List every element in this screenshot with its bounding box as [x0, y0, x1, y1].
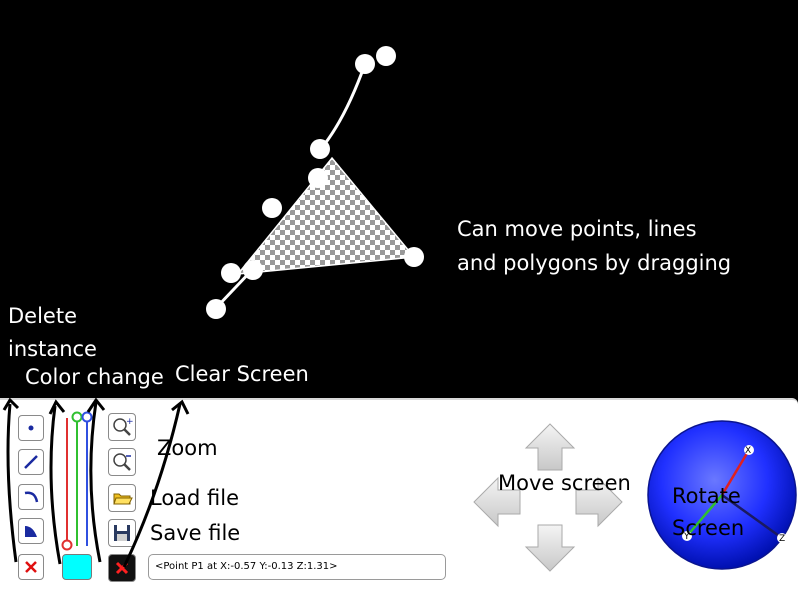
rotate-screen-label: Rotate Screen	[672, 480, 744, 544]
arrow-up-icon[interactable]	[524, 423, 576, 471]
3d-viewport[interactable]: Can move points, lines and polygons by d…	[0, 0, 798, 398]
delete-note-line1: Delete	[8, 304, 77, 328]
clear-screen-note: Clear Screen	[175, 362, 309, 386]
z-axis-label: Z	[779, 534, 785, 544]
move-screen-label: Move screen	[498, 471, 631, 495]
move-screen-arrows	[473, 423, 623, 572]
curve-line[interactable]	[318, 63, 367, 151]
delete-instance-note: Delete instance	[8, 300, 97, 366]
drag-hint-line2: and polygons by dragging	[457, 251, 732, 275]
annotation-arrows	[2, 397, 190, 568]
control-point[interactable]	[404, 247, 424, 267]
control-point[interactable]	[376, 46, 396, 66]
x-axis-label: X	[745, 446, 751, 456]
control-point[interactable]	[355, 54, 375, 74]
control-point[interactable]	[310, 139, 330, 159]
control-point[interactable]	[206, 299, 226, 319]
control-point[interactable]	[308, 168, 328, 188]
rotate-label-line2: Screen	[672, 516, 745, 540]
rotate-label-line1: Rotate	[672, 484, 741, 508]
scene-canvas[interactable]	[0, 0, 798, 398]
arrow-down-icon[interactable]	[524, 524, 576, 572]
drag-hint-line1: Can move points, lines	[457, 217, 697, 241]
control-point[interactable]	[243, 260, 263, 280]
control-point[interactable]	[221, 263, 241, 283]
control-point[interactable]	[262, 198, 282, 218]
drag-hint-text: Can move points, lines and polygons by d…	[457, 212, 731, 280]
color-change-note: Color change	[25, 365, 164, 389]
